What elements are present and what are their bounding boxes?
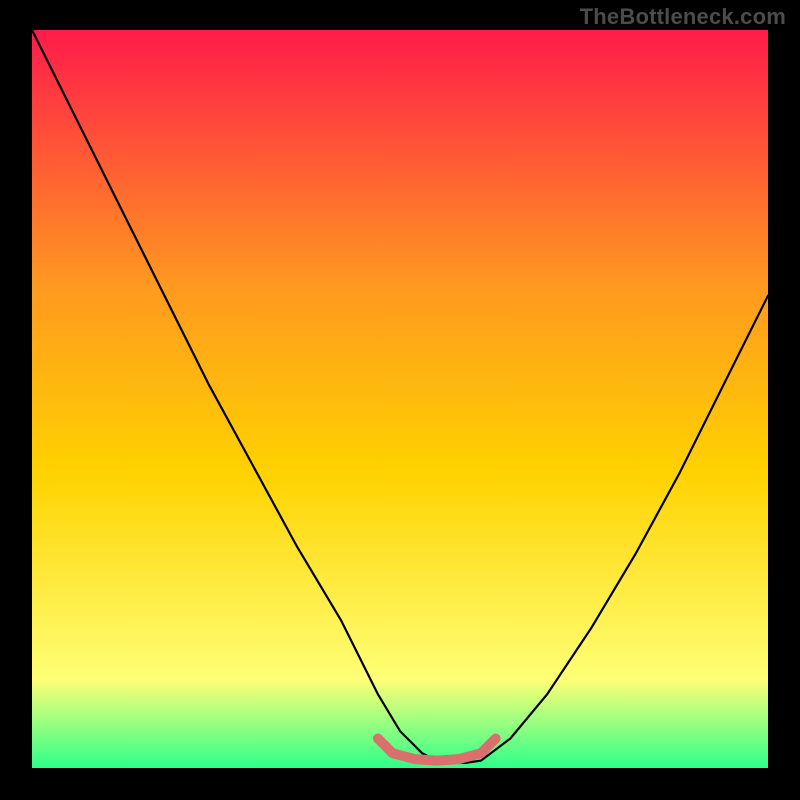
chart-frame: TheBottleneck.com <box>0 0 800 800</box>
bottleneck-curve <box>32 30 768 763</box>
optimal-band <box>378 739 496 761</box>
watermark-text: TheBottleneck.com <box>580 4 786 30</box>
curve-layer <box>32 30 768 768</box>
plot-area <box>32 30 768 768</box>
